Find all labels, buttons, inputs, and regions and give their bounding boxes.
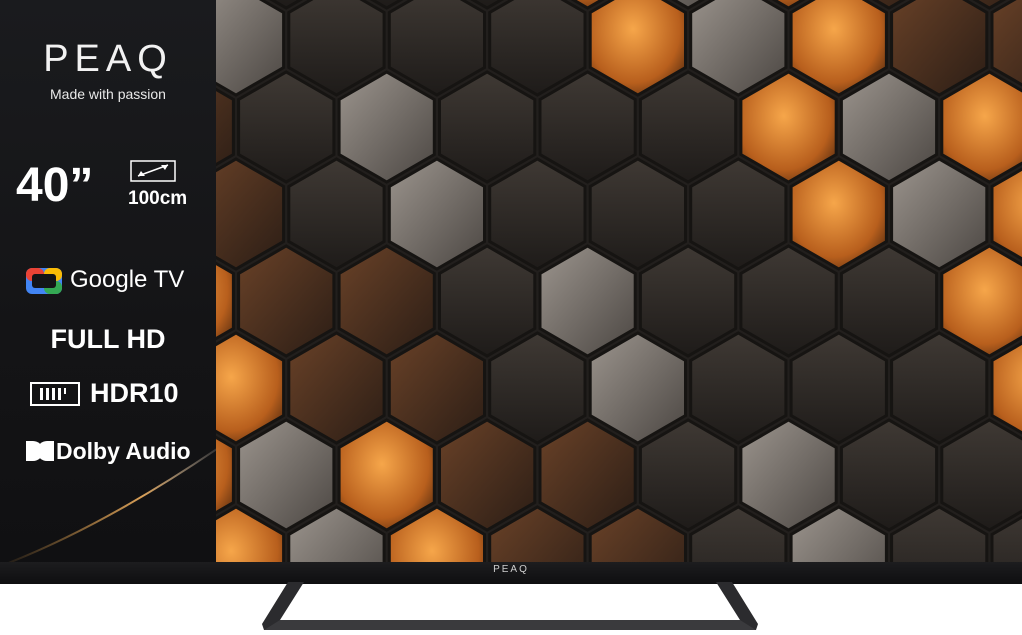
dolby-icon [26,441,54,461]
full-hd-label: FULL HD [50,324,166,354]
brand-logo: PEAQ [43,38,173,80]
tv-stand [262,582,758,630]
dolby-audio-label: Dolby Audio [56,438,191,464]
hdr-icon [30,382,80,406]
hdr10-label: HDR10 [90,378,179,408]
screen-size-inches: 40” [16,159,94,212]
screen-size-cm: 100cm [128,188,188,209]
tv-screen [216,0,1022,562]
bezel-logo: PEAQ [493,564,529,575]
diagonal-size-icon [130,160,176,182]
hexagon-wallpaper [216,0,1022,562]
google-tv-icon [26,268,62,294]
tv-product-image: PEAQ Made with passion 40” 100cm Google … [0,0,1022,635]
brand-tagline: Made with passion [50,86,166,102]
google-tv-label: Google TV [70,266,185,293]
spec-panel: PEAQ Made with passion 40” 100cm Google … [0,0,216,562]
